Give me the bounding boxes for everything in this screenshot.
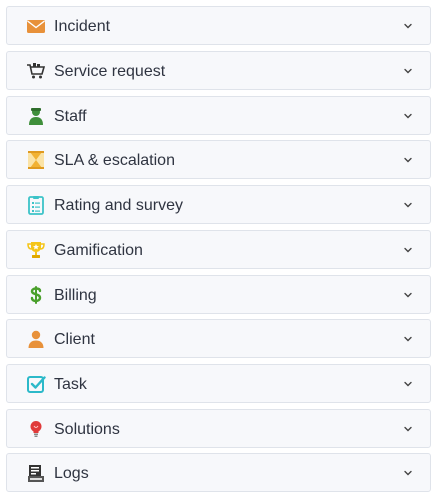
accordion-item-label: Staff — [54, 108, 87, 125]
chevron-down-icon[interactable] — [403, 200, 413, 210]
accordion-item-label: Logs — [54, 465, 89, 482]
accordion-item-incident[interactable]: Incident — [6, 6, 431, 45]
accordion-item-gamification[interactable]: Gamification — [6, 230, 431, 269]
client-person-icon — [26, 329, 46, 349]
envelope-icon — [26, 16, 46, 36]
chevron-down-icon[interactable] — [403, 111, 413, 121]
trophy-icon — [26, 240, 46, 260]
accordion-item-label: Client — [54, 331, 95, 348]
accordion-item-client[interactable]: Client — [6, 319, 431, 358]
chevron-down-icon[interactable] — [403, 245, 413, 255]
chevron-down-icon[interactable] — [403, 66, 413, 76]
accordion-item-label: Solutions — [54, 421, 120, 438]
cart-icon — [26, 61, 46, 81]
accordion-item-label: Billing — [54, 287, 97, 304]
chevron-down-icon[interactable] — [403, 21, 413, 31]
accordion-item-solutions[interactable]: Solutions — [6, 409, 431, 448]
clipboard-icon — [26, 195, 46, 215]
lightbulb-icon — [26, 419, 46, 439]
accordion-item-staff[interactable]: Staff — [6, 96, 431, 135]
chevron-down-icon[interactable] — [403, 468, 413, 478]
accordion-item-label: Gamification — [54, 242, 143, 259]
settings-accordion: Incident Service request Staff SLA & esc… — [0, 0, 438, 498]
accordion-item-label: Rating and survey — [54, 197, 183, 214]
accordion-item-logs[interactable]: Logs — [6, 453, 431, 492]
accordion-item-label: Task — [54, 376, 87, 393]
accordion-item-label: Service request — [54, 63, 166, 80]
chevron-down-icon[interactable] — [403, 290, 413, 300]
chevron-down-icon[interactable] — [403, 155, 413, 165]
accordion-item-label: Incident — [54, 18, 111, 35]
accordion-item-sla-escalation[interactable]: SLA & escalation — [6, 140, 431, 179]
accordion-item-billing[interactable]: Billing — [6, 275, 431, 314]
accordion-item-task[interactable]: Task — [6, 364, 431, 403]
dollar-icon — [26, 285, 46, 305]
chevron-down-icon[interactable] — [403, 334, 413, 344]
accordion-item-service-request[interactable]: Service request — [6, 51, 431, 90]
checkbox-icon — [26, 374, 46, 394]
chevron-down-icon[interactable] — [403, 379, 413, 389]
logs-icon — [26, 463, 46, 483]
chevron-down-icon[interactable] — [403, 424, 413, 434]
hourglass-icon — [26, 150, 46, 170]
accordion-item-label: SLA & escalation — [54, 152, 175, 169]
accordion-item-rating-survey[interactable]: Rating and survey — [6, 185, 431, 224]
staff-person-icon — [26, 106, 46, 126]
